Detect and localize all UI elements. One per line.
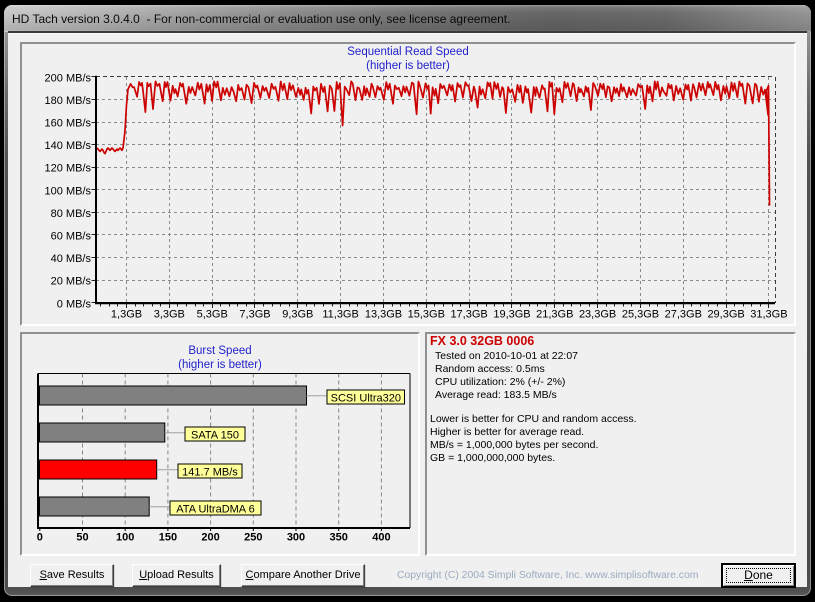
svg-text:17,3GB: 17,3GB xyxy=(450,309,487,321)
svg-text:0: 0 xyxy=(37,532,43,544)
svg-text:ATA UltraDMA 6: ATA UltraDMA 6 xyxy=(176,503,254,515)
svg-text:20 MB/s: 20 MB/s xyxy=(51,276,92,288)
svg-text:11,3GB: 11,3GB xyxy=(322,309,359,321)
svg-text:141.7 MB/s: 141.7 MB/s xyxy=(182,466,238,478)
svg-text:50: 50 xyxy=(76,532,88,544)
svg-text:SCSI Ultra320: SCSI Ultra320 xyxy=(331,392,401,404)
svg-text:27,3GB: 27,3GB xyxy=(665,309,702,321)
svg-text:7,3GB: 7,3GB xyxy=(239,309,270,321)
svg-text:23,3GB: 23,3GB xyxy=(579,309,616,321)
svg-text:40 MB/s: 40 MB/s xyxy=(51,253,92,265)
svg-text:29,3GB: 29,3GB xyxy=(707,309,744,321)
svg-text:19,3GB: 19,3GB xyxy=(493,309,530,321)
svg-text:300: 300 xyxy=(287,532,305,544)
svg-text:SATA 150: SATA 150 xyxy=(191,429,239,441)
svg-text:200: 200 xyxy=(201,532,219,544)
svg-text:400: 400 xyxy=(372,532,390,544)
svg-text:120 MB/s: 120 MB/s xyxy=(45,163,92,175)
svg-text:9,3GB: 9,3GB xyxy=(282,309,313,321)
svg-text:(higher is better): (higher is better) xyxy=(366,60,450,72)
svg-text:15,3GB: 15,3GB xyxy=(408,309,445,321)
svg-text:Burst Speed: Burst Speed xyxy=(188,345,251,357)
svg-text:Sequential Read Speed: Sequential Read Speed xyxy=(347,46,469,58)
svg-text:5,3GB: 5,3GB xyxy=(197,309,228,321)
svg-text:1,3GB: 1,3GB xyxy=(111,309,142,321)
svg-text:140 MB/s: 140 MB/s xyxy=(45,140,92,152)
svg-text:0 MB/s: 0 MB/s xyxy=(57,298,92,310)
svg-text:3,3GB: 3,3GB xyxy=(154,309,185,321)
svg-text:31,3GB: 31,3GB xyxy=(750,309,787,321)
svg-text:60 MB/s: 60 MB/s xyxy=(51,231,92,243)
svg-text:160 MB/s: 160 MB/s xyxy=(45,118,92,130)
svg-text:25,3GB: 25,3GB xyxy=(622,309,659,321)
svg-text:(higher is better): (higher is better) xyxy=(178,359,262,371)
svg-text:80 MB/s: 80 MB/s xyxy=(51,208,92,220)
svg-text:150: 150 xyxy=(159,532,177,544)
svg-text:100: 100 xyxy=(116,532,134,544)
svg-text:200 MB/s: 200 MB/s xyxy=(45,72,92,84)
svg-text:21,3GB: 21,3GB xyxy=(536,309,573,321)
svg-text:250: 250 xyxy=(244,532,262,544)
svg-text:180 MB/s: 180 MB/s xyxy=(45,95,92,107)
svg-text:13,3GB: 13,3GB xyxy=(365,309,402,321)
svg-text:350: 350 xyxy=(330,532,348,544)
svg-text:100 MB/s: 100 MB/s xyxy=(45,185,92,197)
